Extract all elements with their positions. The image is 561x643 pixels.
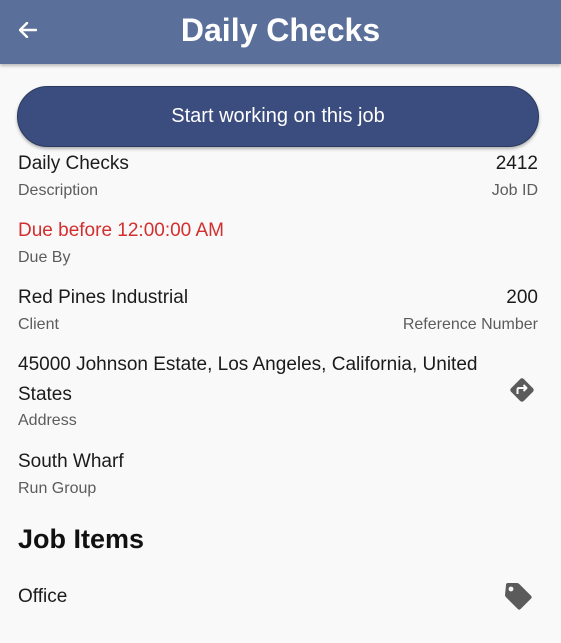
address-line-2: States bbox=[18, 384, 72, 405]
address-label: Address bbox=[18, 412, 77, 429]
list-item[interactable]: Office bbox=[0, 574, 561, 622]
job-id-value: 2412 bbox=[495, 153, 538, 174]
page-title: Daily Checks bbox=[180, 12, 381, 48]
client-label: Client bbox=[18, 316, 59, 333]
due-by-label: Due By bbox=[18, 249, 71, 266]
address-line-1: 45000 Johnson Estate, Los Angeles, Calif… bbox=[18, 354, 478, 375]
description-label: Description bbox=[18, 182, 99, 199]
reference-number-label: Reference Number bbox=[402, 316, 538, 333]
job-item-name: Office bbox=[18, 586, 68, 607]
run-group-label: Run Group bbox=[18, 480, 97, 497]
run-group-value: South Wharf bbox=[18, 451, 124, 472]
tag-icon bbox=[502, 580, 534, 617]
start-working-button[interactable]: Start working on this job bbox=[17, 86, 539, 147]
app-bar: Daily Checks bbox=[0, 0, 561, 64]
job-id-label: Job ID bbox=[491, 182, 538, 199]
due-by-value: Due before 12:00:00 AM bbox=[18, 220, 224, 241]
reference-number-value: 200 bbox=[506, 287, 538, 308]
description-value: Daily Checks bbox=[18, 153, 129, 174]
directions-button[interactable] bbox=[502, 372, 542, 412]
tag-button[interactable] bbox=[498, 578, 538, 618]
job-items-heading: Job Items bbox=[18, 524, 145, 554]
directions-icon bbox=[507, 375, 537, 410]
client-value: Red Pines Industrial bbox=[18, 287, 189, 308]
